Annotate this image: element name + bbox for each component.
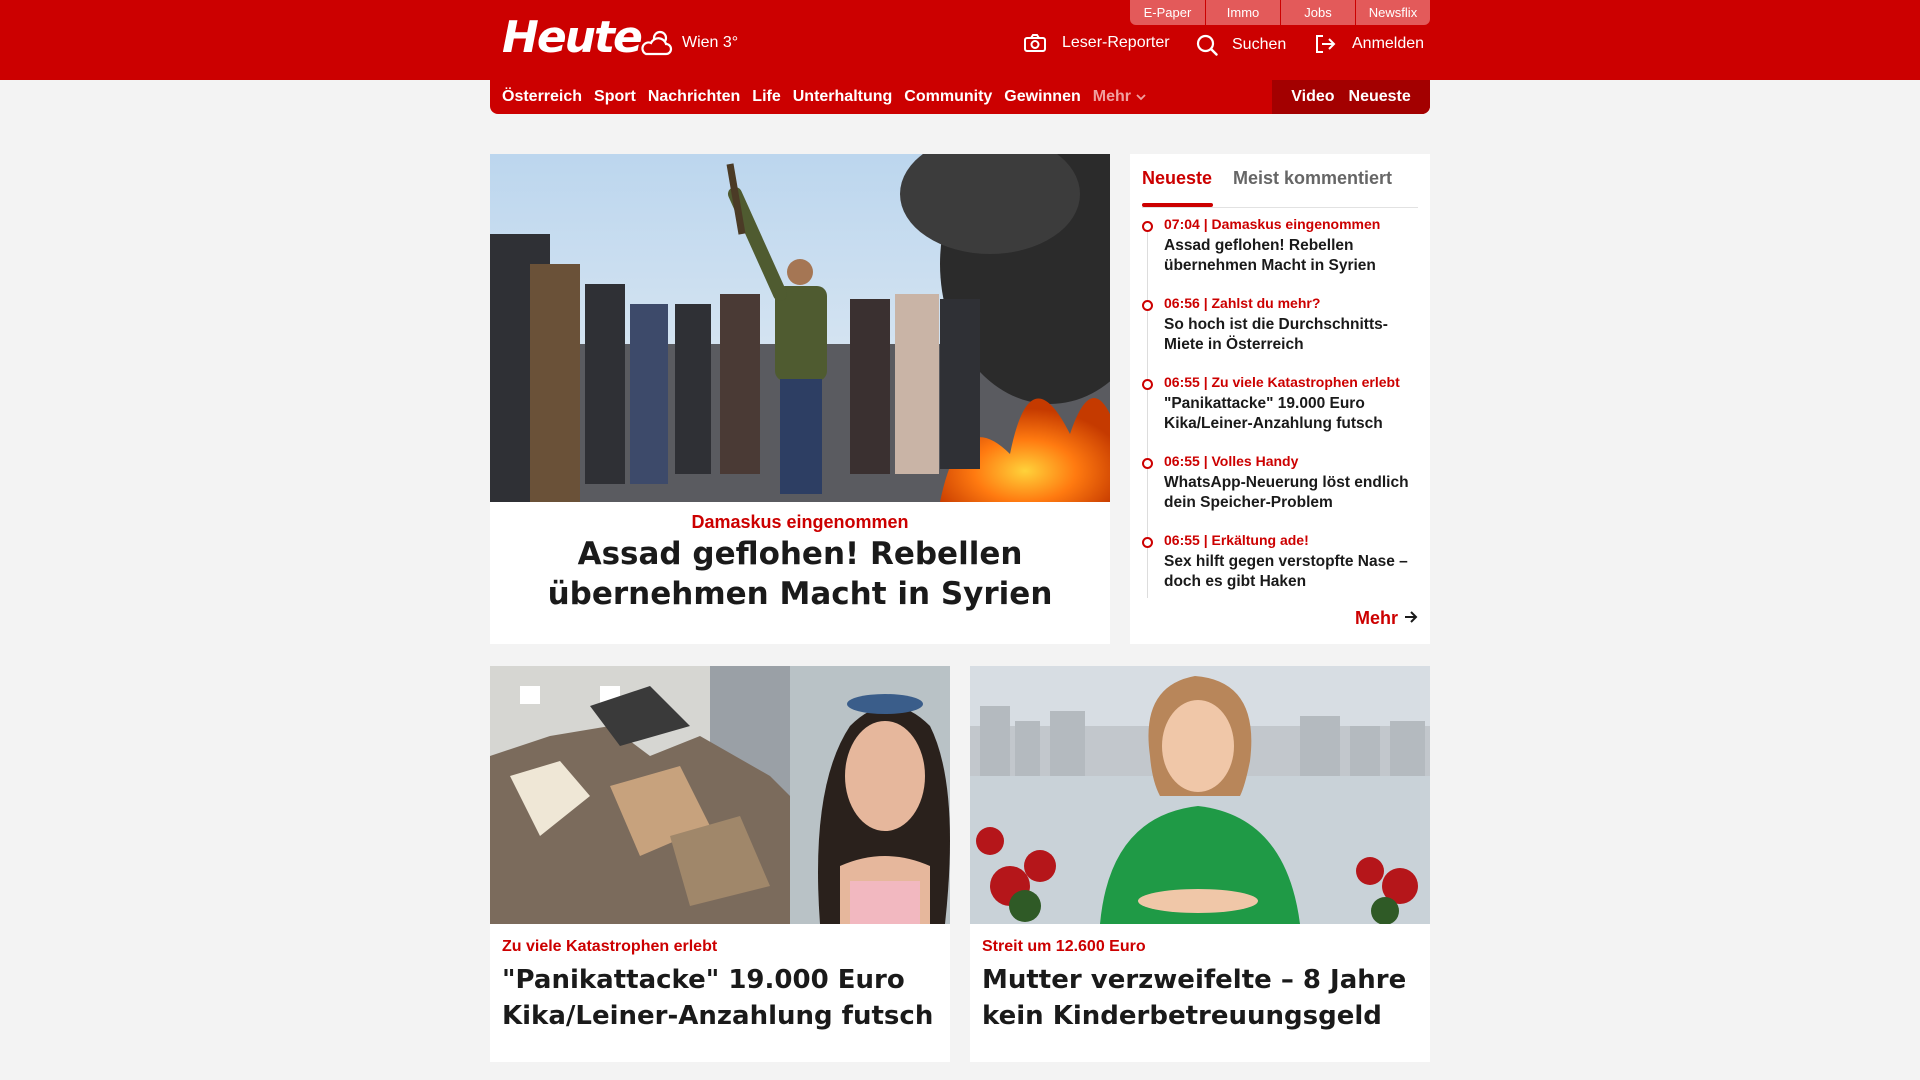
article-kicker: Streit um 12.600 Euro bbox=[982, 938, 1146, 955]
hero-kicker: Damaskus eingenommen bbox=[691, 512, 909, 532]
login-icon bbox=[1314, 34, 1336, 54]
leser-reporter-button[interactable]: Leser-Reporter bbox=[1024, 34, 1170, 52]
service-jobs[interactable]: Jobs bbox=[1280, 0, 1355, 25]
nav-item-nachrichten[interactable]: Nachrichten bbox=[648, 88, 740, 106]
ticker-title[interactable]: WhatsApp-Neuerung löst endlich dein Spei… bbox=[1164, 473, 1422, 513]
service-immo[interactable]: Immo bbox=[1205, 0, 1280, 25]
ticker-meta: 06:55 | Zu viele Katastrophen erlebt bbox=[1164, 374, 1400, 390]
tab-meist-kommentiert[interactable]: Meist kommentiert bbox=[1233, 168, 1392, 189]
cloud-sun-icon bbox=[640, 28, 674, 58]
timeline-dot-icon bbox=[1142, 221, 1153, 232]
ticker-meta: 06:55 | Erkältung ade! bbox=[1164, 532, 1309, 548]
article-headline[interactable]: Mutter verzweifelte – 8 Jahre kein Kinde… bbox=[982, 962, 1418, 1034]
ticker-title[interactable]: Assad geflohen! Rebellen übernehmen Mach… bbox=[1164, 236, 1422, 276]
news-ticker-sidebar: Neueste Meist kommentiert 07:04 | Damask… bbox=[1130, 154, 1430, 644]
header-bar bbox=[0, 0, 1920, 80]
ticker-meta: 06:55 | Volles Handy bbox=[1164, 453, 1299, 469]
service-newsflix[interactable]: Newsflix bbox=[1355, 0, 1430, 25]
nav-item-video[interactable]: Video bbox=[1291, 88, 1334, 106]
ticker-title[interactable]: "Panikattacke" 19.000 Euro Kika/Leiner-A… bbox=[1164, 394, 1422, 434]
hero-headline[interactable]: Assad geflohen! Rebellen übernehmen Mach… bbox=[500, 534, 1100, 614]
ticker-meta: 07:04 | Damaskus eingenommen bbox=[1164, 216, 1381, 232]
article-image[interactable] bbox=[970, 666, 1430, 924]
article-headline[interactable]: "Panikattacke" 19.000 Euro Kika/Leiner-A… bbox=[502, 962, 938, 1034]
login-label: Anmelden bbox=[1352, 35, 1425, 52]
nav-item-community[interactable]: Community bbox=[904, 88, 992, 106]
ticker-title[interactable]: Sex hilft gegen verstopfte Nase – doch e… bbox=[1164, 552, 1422, 592]
service-links: E-Paper Immo Jobs Newsflix bbox=[1130, 0, 1430, 25]
sidebar-more-link[interactable]: Mehr bbox=[1355, 608, 1418, 629]
hero-image[interactable] bbox=[490, 154, 1110, 502]
main-nav: Österreich Sport Nachrichten Life Unterh… bbox=[490, 80, 1430, 114]
ticker-meta: 06:56 | Zahlst du mehr? bbox=[1164, 295, 1321, 311]
hero-article[interactable]: Damaskus eingenommen Assad geflohen! Reb… bbox=[490, 154, 1110, 644]
sidebar-more-label: Mehr bbox=[1354, 608, 1398, 628]
tab-neueste[interactable]: Neueste bbox=[1142, 168, 1212, 189]
site-logo[interactable]: Heute bbox=[502, 12, 643, 63]
leser-reporter-label: Leser-Reporter bbox=[1062, 34, 1170, 51]
nav-more-dropdown[interactable]: Mehr bbox=[1093, 88, 1146, 106]
nav-item-sport[interactable]: Sport bbox=[594, 88, 636, 106]
search-label: Suchen bbox=[1232, 36, 1287, 53]
article-image[interactable] bbox=[490, 666, 950, 924]
timeline-dot-icon bbox=[1142, 379, 1153, 390]
nav-item-gewinnen[interactable]: Gewinnen bbox=[1004, 88, 1080, 106]
timeline-dot-icon bbox=[1142, 537, 1153, 548]
camera-icon bbox=[1024, 34, 1046, 52]
article-kicker: Zu viele Katastrophen erlebt bbox=[502, 938, 718, 955]
timeline-dot-icon bbox=[1142, 300, 1153, 311]
article-card[interactable]: Zu viele Katastrophen erlebt "Panikattac… bbox=[490, 666, 950, 1062]
nav-more-label: Mehr bbox=[1092, 88, 1131, 105]
article-card[interactable]: Streit um 12.600 Euro Mutter verzweifelt… bbox=[970, 666, 1430, 1062]
weather-text: Wien 3° bbox=[682, 34, 739, 51]
sidebar-tabs: Neueste Meist kommentiert bbox=[1142, 162, 1418, 208]
chevron-down-icon bbox=[1136, 88, 1146, 106]
nav-highlight-area: Video Neueste bbox=[1272, 80, 1430, 114]
service-epaper[interactable]: E-Paper bbox=[1130, 0, 1205, 25]
timeline-dot-icon bbox=[1142, 458, 1153, 469]
nav-item-oesterreich[interactable]: Österreich bbox=[502, 88, 582, 106]
nav-item-neueste[interactable]: Neueste bbox=[1349, 88, 1411, 106]
login-button[interactable]: Anmelden bbox=[1314, 34, 1424, 54]
weather-widget[interactable]: Wien 3° bbox=[640, 28, 738, 58]
ticker-title[interactable]: So hoch ist die Durchschnitts-Miete in Ö… bbox=[1164, 315, 1422, 355]
nav-item-life[interactable]: Life bbox=[752, 88, 780, 106]
search-button[interactable]: Suchen bbox=[1196, 34, 1286, 56]
arrow-right-icon bbox=[1404, 608, 1418, 629]
search-icon bbox=[1196, 34, 1218, 56]
nav-item-unterhaltung[interactable]: Unterhaltung bbox=[793, 88, 893, 106]
tab-active-indicator bbox=[1142, 203, 1213, 207]
